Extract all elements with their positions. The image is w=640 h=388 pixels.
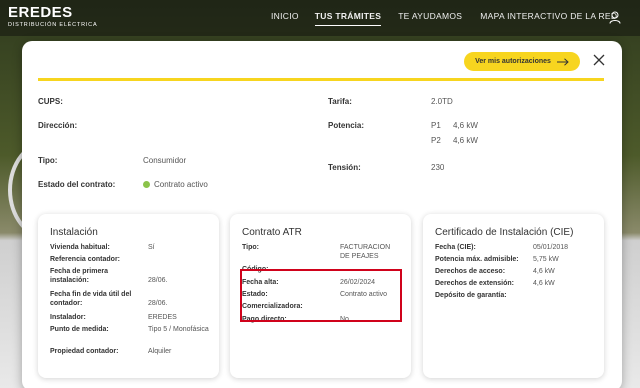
row-value: Alquiler [148, 348, 172, 355]
close-icon[interactable] [593, 54, 605, 66]
row-value: EREDES [148, 314, 177, 321]
row-value: 28/06. [148, 277, 168, 284]
p1-label: P1 [431, 121, 441, 130]
supply-detail-modal: Ver mis autorizaciones CUPS: Dirección: … [22, 41, 622, 388]
installation-card-title: Instalación [50, 227, 98, 238]
row-key: Derechos de acceso: [435, 268, 506, 275]
atr-contract-card-title: Contrato ATR [242, 227, 302, 238]
view-authorizations-button[interactable]: Ver mis autorizaciones [464, 52, 580, 71]
row-key: Depósito de garantía: [435, 292, 507, 299]
estado-contrato-value: Contrato activo [154, 180, 208, 189]
row-key: Fecha de primera instalación: [50, 268, 108, 284]
row-value: 05/01/2018 [533, 244, 569, 251]
row-key: Derechos de extensión: [435, 280, 514, 287]
row-key: Instalador: [50, 314, 86, 321]
tipo-value: Consumidor [143, 156, 187, 165]
cie-card-title: Certificado de Instalación (CIE) [435, 227, 574, 238]
row-key: Fecha (CIE): [435, 244, 476, 251]
logo[interactable]: EREDES DISTRIBUCIÓN ELÉCTRICA [8, 4, 98, 28]
tipo-label: Tipo: [38, 156, 58, 165]
row-key: Fecha fin de vida útil del contador: [50, 291, 132, 307]
nav-mapa-interactivo[interactable]: MAPA INTERACTIVO DE LA RED [480, 11, 617, 26]
row-value: Sí [148, 244, 155, 251]
tarifa-label: Tarifa: [328, 97, 352, 106]
row-key: Vivienda habitual: [50, 244, 110, 251]
nav-te-ayudamos[interactable]: TE AYUDAMOS [398, 11, 462, 26]
p2-value: 4,6 kW [453, 136, 478, 145]
estado-contrato-label: Estado del contrato: [38, 180, 116, 189]
direccion-label: Dirección: [38, 121, 78, 130]
row-value: 28/06. [148, 300, 168, 307]
divider-line [38, 78, 604, 81]
row-key: Referencia contador: [50, 256, 121, 263]
cups-label: CUPS: [38, 97, 63, 106]
tarifa-value: 2.0TD [431, 97, 453, 106]
estado-contrato-status: Contrato activo [143, 180, 208, 189]
tension-label: Tensión: [328, 163, 361, 172]
row-key: Propiedad contador: [50, 348, 119, 355]
row-key: Punto de medida: [50, 326, 109, 333]
row-value: 4,6 kW [533, 268, 555, 275]
potencia-label: Potencia: [328, 121, 365, 130]
highlight-annotation-box [240, 269, 402, 322]
user-icon[interactable] [609, 11, 621, 24]
arrow-right-icon [556, 57, 569, 66]
top-navigation: EREDES DISTRIBUCIÓN ELÉCTRICA INICIO TUS… [0, 0, 640, 36]
p1-value: 4,6 kW [453, 121, 478, 130]
row-key: Tipo: [242, 244, 259, 251]
installation-card: Instalación Vivienda habitual: Sí Referen… [38, 214, 219, 378]
row-value: Tipo 5 / Monofásica [148, 326, 209, 333]
status-dot-icon [143, 181, 150, 188]
row-key: Potencia máx. admisible: [435, 256, 519, 263]
nav-tus-tramites[interactable]: TUS TRÁMITES [314, 11, 382, 26]
view-authorizations-label: Ver mis autorizaciones [475, 58, 551, 65]
logo-subtitle: DISTRIBUCIÓN ELÉCTRICA [8, 22, 98, 28]
row-value: 5,75 kW [533, 256, 559, 263]
p2-label: P2 [431, 136, 441, 145]
logo-name: EREDES [8, 4, 73, 21]
cie-card: Certificado de Instalación (CIE) Fecha (… [423, 214, 604, 378]
tension-value: 230 [431, 163, 445, 172]
row-value: FACTURACION DE PEAJES [340, 244, 391, 260]
main-nav: INICIO TUS TRÁMITES TE AYUDAMOS MAPA INT… [271, 11, 617, 26]
row-value: 4,6 kW [533, 280, 555, 287]
nav-inicio[interactable]: INICIO [271, 11, 299, 26]
